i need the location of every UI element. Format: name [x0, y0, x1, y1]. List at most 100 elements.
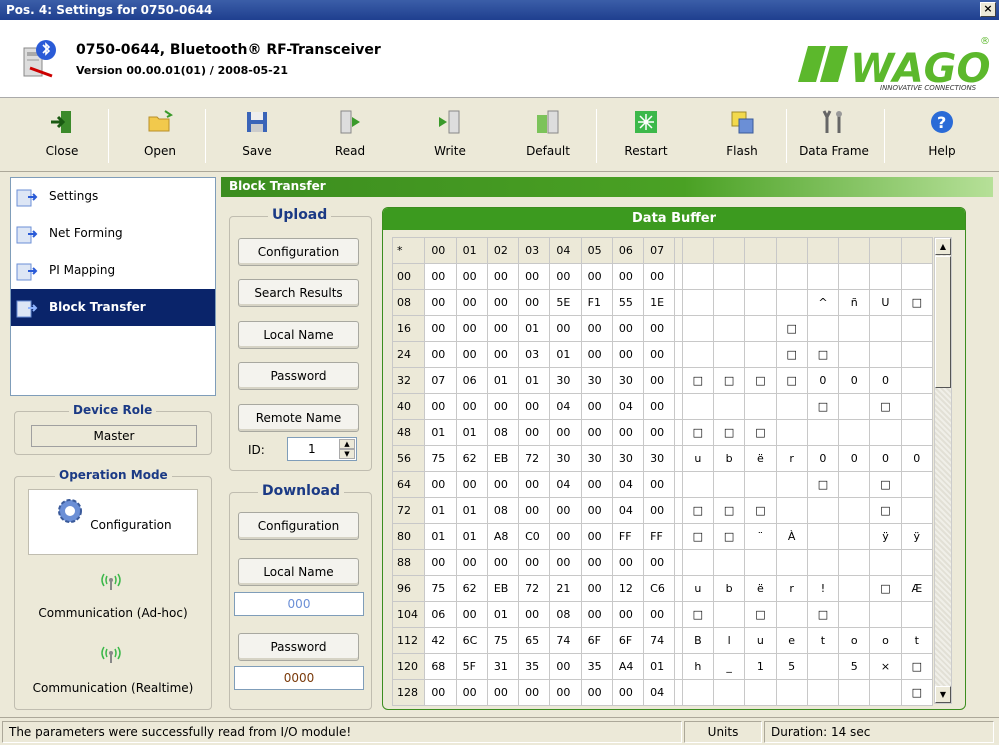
hex-cell[interactable]: 00 [455, 471, 488, 498]
hex-cell[interactable]: 00 [549, 679, 582, 706]
hex-cell[interactable]: 35 [580, 653, 613, 680]
hex-cell[interactable]: 00 [580, 497, 613, 524]
spinner-up-icon[interactable]: ▲ [339, 439, 355, 449]
hex-cell[interactable]: 30 [580, 367, 613, 394]
hex-cell[interactable]: 06 [455, 367, 488, 394]
hex-cell[interactable]: 00 [455, 289, 488, 316]
download-configuration-button[interactable]: Configuration [238, 512, 359, 540]
hex-cell[interactable]: 72 [518, 575, 551, 602]
hex-cell[interactable]: 74 [549, 627, 582, 654]
hex-cell[interactable]: 04 [549, 393, 582, 420]
hex-cell[interactable]: 75 [424, 575, 457, 602]
hex-cell[interactable]: C0 [518, 523, 551, 550]
hex-cell[interactable]: 04 [611, 497, 645, 524]
hex-cell[interactable]: 00 [580, 523, 613, 550]
data-frame-button[interactable]: Data Frame [794, 105, 874, 167]
hex-cell[interactable]: 00 [643, 471, 676, 498]
flash-button[interactable]: Flash [702, 105, 782, 167]
hex-cell[interactable]: EB [486, 445, 520, 472]
hex-cell[interactable]: A8 [486, 523, 520, 550]
hex-cell[interactable]: 00 [549, 315, 582, 342]
hex-cell[interactable]: 00 [518, 601, 551, 628]
hex-cell[interactable]: 30 [611, 367, 645, 394]
hex-cell[interactable]: 00 [580, 263, 613, 290]
hex-cell[interactable]: 00 [611, 601, 645, 628]
hex-cell[interactable]: 6F [611, 627, 645, 654]
hex-cell[interactable]: 31 [486, 653, 520, 680]
hex-cell[interactable]: 00 [455, 341, 488, 368]
hex-cell[interactable]: 00 [518, 289, 551, 316]
hex-cell[interactable]: 00 [424, 263, 457, 290]
hex-cell[interactable]: 00 [549, 497, 582, 524]
hex-cell[interactable]: 01 [518, 315, 551, 342]
hex-cell[interactable]: 00 [549, 653, 582, 680]
hex-cell[interactable]: 74 [643, 627, 676, 654]
hex-cell[interactable]: 04 [643, 679, 676, 706]
mode-adhoc[interactable]: Communication (Ad-hoc) [20, 606, 206, 620]
hex-cell[interactable]: 01 [455, 497, 488, 524]
hex-cell[interactable]: 00 [486, 341, 520, 368]
id-spinner[interactable]: 1 ▲ ▼ [287, 437, 357, 461]
hex-cell[interactable]: 00 [424, 341, 457, 368]
hex-cell[interactable]: 00 [580, 549, 613, 576]
hex-cell[interactable]: 00 [580, 679, 613, 706]
window-close-button[interactable]: × [980, 2, 996, 17]
hex-cell[interactable]: 01 [549, 341, 582, 368]
default-button[interactable]: Default [508, 105, 588, 167]
hex-cell[interactable]: 01 [518, 367, 551, 394]
hex-cell[interactable]: 00 [518, 419, 551, 446]
hex-cell[interactable]: 00 [424, 549, 457, 576]
upload-configuration-button[interactable]: Configuration [238, 238, 359, 266]
hex-cell[interactable]: 01 [455, 419, 488, 446]
hex-cell[interactable]: 00 [580, 471, 613, 498]
hex-cell[interactable]: 30 [580, 445, 613, 472]
hex-cell[interactable]: 00 [643, 367, 676, 394]
hex-cell[interactable]: 00 [518, 497, 551, 524]
hex-cell[interactable]: 55 [611, 289, 645, 316]
hex-cell[interactable]: 00 [518, 679, 551, 706]
hex-cell[interactable]: 00 [424, 289, 457, 316]
hex-cell[interactable]: 30 [611, 445, 645, 472]
hex-cell[interactable]: 72 [518, 445, 551, 472]
hex-cell[interactable]: 06 [424, 601, 457, 628]
hex-cell[interactable]: 68 [424, 653, 457, 680]
hex-cell[interactable]: 00 [518, 393, 551, 420]
hex-cell[interactable]: 00 [486, 393, 520, 420]
hex-cell[interactable]: 00 [424, 679, 457, 706]
hex-cell[interactable]: A4 [611, 653, 645, 680]
hex-cell[interactable]: 42 [424, 627, 457, 654]
hex-cell[interactable]: 30 [549, 445, 582, 472]
hex-cell[interactable]: 00 [518, 263, 551, 290]
hex-cell[interactable]: 5F [455, 653, 488, 680]
nav-item-block-transfer[interactable]: Block Transfer [11, 289, 215, 326]
hex-cell[interactable]: 00 [643, 393, 676, 420]
hex-cell[interactable]: 03 [518, 341, 551, 368]
hex-cell[interactable]: 21 [549, 575, 582, 602]
hex-cell[interactable]: 00 [580, 393, 613, 420]
hex-cell[interactable]: 04 [549, 471, 582, 498]
hex-cell[interactable]: 00 [455, 549, 488, 576]
hex-cell[interactable]: 6F [580, 627, 613, 654]
hex-cell[interactable]: 07 [424, 367, 457, 394]
hex-cell[interactable]: 00 [611, 315, 645, 342]
hex-cell[interactable]: 01 [643, 653, 676, 680]
hex-cell[interactable]: FF [643, 523, 676, 550]
scroll-up-icon[interactable]: ▲ [935, 238, 951, 255]
hex-cell[interactable]: 00 [518, 471, 551, 498]
hex-cell[interactable]: 00 [611, 549, 645, 576]
scroll-down-icon[interactable]: ▼ [935, 686, 951, 703]
data-buffer-grid[interactable]: * 00 01 02 03 04 05 06 07 00 00 00 00 00 00 00 00 00 08 00 0… [391, 237, 934, 706]
hex-cell[interactable]: EB [486, 575, 520, 602]
hex-cell[interactable]: 00 [580, 575, 613, 602]
hex-cell[interactable]: 5E [549, 289, 582, 316]
hex-cell[interactable]: F1 [580, 289, 613, 316]
hex-cell[interactable]: 04 [611, 471, 645, 498]
upload-password-button[interactable]: Password [238, 362, 359, 390]
hex-cell[interactable]: C6 [643, 575, 676, 602]
hex-cell[interactable]: 08 [549, 601, 582, 628]
hex-cell[interactable]: 00 [486, 679, 520, 706]
hex-cell[interactable]: 00 [643, 549, 676, 576]
hex-cell[interactable]: FF [611, 523, 645, 550]
hex-cell[interactable]: 35 [518, 653, 551, 680]
hex-cell[interactable]: 08 [486, 497, 520, 524]
